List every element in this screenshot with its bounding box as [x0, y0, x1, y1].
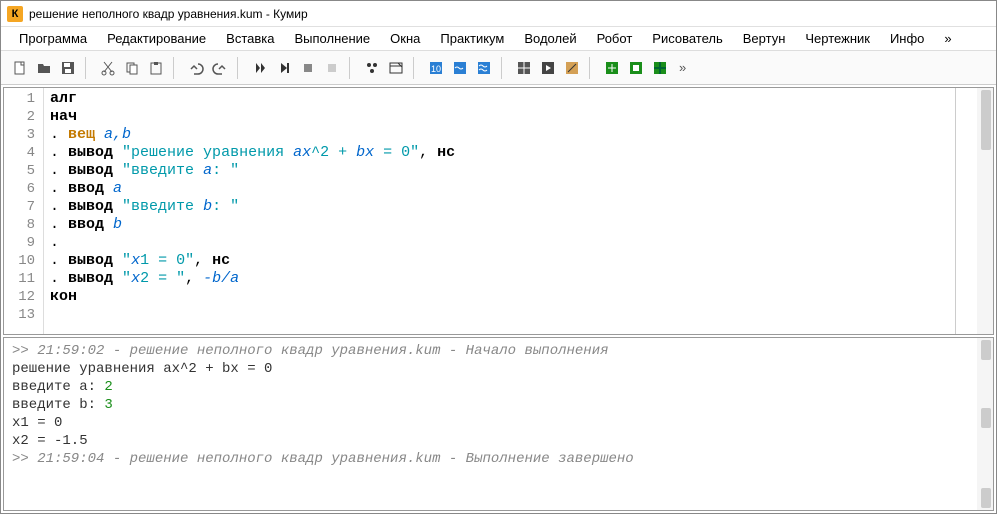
vodoley-wave2-icon[interactable]: [473, 57, 495, 79]
run-button[interactable]: [249, 57, 271, 79]
new-file-button[interactable]: [9, 57, 31, 79]
line-number: 13: [4, 306, 43, 324]
robot-grid-icon[interactable]: [513, 57, 535, 79]
separator: [85, 57, 91, 79]
cut-button[interactable]: [97, 57, 119, 79]
save-file-button[interactable]: [57, 57, 79, 79]
vodoley-icon[interactable]: 10: [425, 57, 447, 79]
menu-windows[interactable]: Окна: [380, 28, 430, 49]
scrollbar-thumb[interactable]: [981, 408, 991, 428]
toolbar-overflow-button[interactable]: »: [673, 60, 692, 75]
output-line: введите b:: [12, 397, 104, 413]
paste-button[interactable]: [145, 57, 167, 79]
line-number: 1: [4, 90, 43, 108]
code-area[interactable]: алг нач . вещ a,b . вывод "решение уравн…: [44, 88, 955, 334]
line-number: 11: [4, 270, 43, 288]
window-title: решение неполного квадр уравнения.kum - …: [29, 7, 308, 21]
vodoley-wave-icon[interactable]: [449, 57, 471, 79]
separator: [349, 57, 355, 79]
menu-drawer[interactable]: Рисователь: [642, 28, 732, 49]
log-line: >> 21:59:02 - решение неполного квадр ур…: [12, 343, 609, 359]
title-bar: К решение неполного квадр уравнения.kum …: [1, 1, 996, 27]
code-editor[interactable]: 1 2 3 4 5 6 7 8 9 10 11 12 13 алг нач . …: [3, 87, 994, 335]
menu-info[interactable]: Инфо: [880, 28, 934, 49]
menu-robot[interactable]: Робот: [587, 28, 643, 49]
actor-control-button[interactable]: [361, 57, 383, 79]
menu-draftsman[interactable]: Чертежник: [795, 28, 880, 49]
menu-program[interactable]: Программа: [9, 28, 97, 49]
output-scrollbar[interactable]: [977, 338, 993, 510]
main-area: 1 2 3 4 5 6 7 8 9 10 11 12 13 алг нач . …: [1, 85, 996, 513]
separator: [237, 57, 243, 79]
line-number: 4: [4, 144, 43, 162]
vertun-icon[interactable]: [601, 57, 623, 79]
stop-button[interactable]: [297, 57, 319, 79]
menu-insert[interactable]: Вставка: [216, 28, 284, 49]
menu-vertun[interactable]: Вертун: [733, 28, 796, 49]
line-number: 2: [4, 108, 43, 126]
output-line: решение уравнения ax^2 + bx = 0: [12, 361, 272, 377]
line-number-gutter: 1 2 3 4 5 6 7 8 9 10 11 12 13: [4, 88, 44, 334]
line-number: 12: [4, 288, 43, 306]
log-line: >> 21:59:04 - решение неполного квадр ур…: [12, 451, 634, 467]
undo-button[interactable]: [185, 57, 207, 79]
menu-vodoley[interactable]: Водолей: [514, 28, 586, 49]
toolbar: 10 »: [1, 51, 996, 85]
separator: [589, 57, 595, 79]
line-number: 9: [4, 234, 43, 252]
menu-bar: Программа Редактирование Вставка Выполне…: [1, 27, 996, 51]
robot-play-icon[interactable]: [537, 57, 559, 79]
editor-side-panel: [955, 88, 977, 334]
output-panel: >> 21:59:02 - решение неполного квадр ур…: [3, 337, 994, 511]
app-icon: К: [7, 6, 23, 22]
separator: [173, 57, 179, 79]
line-number: 8: [4, 216, 43, 234]
output-area[interactable]: >> 21:59:02 - решение неполного квадр ур…: [4, 338, 977, 510]
output-line: введите a:: [12, 379, 104, 395]
menu-execute[interactable]: Выполнение: [284, 28, 380, 49]
separator: [413, 57, 419, 79]
line-number: 5: [4, 162, 43, 180]
line-number: 10: [4, 252, 43, 270]
svg-text:10: 10: [431, 64, 441, 74]
redo-button[interactable]: [209, 57, 231, 79]
draftsman-icon[interactable]: [625, 57, 647, 79]
menu-overflow[interactable]: »: [934, 28, 961, 49]
editor-scrollbar[interactable]: [977, 88, 993, 334]
line-number: 3: [4, 126, 43, 144]
draftsman-plus-icon[interactable]: [649, 57, 671, 79]
input-value: 3: [104, 397, 112, 413]
output-line: x1 = 0: [12, 415, 62, 431]
input-value: 2: [104, 379, 112, 395]
line-number: 7: [4, 198, 43, 216]
open-file-button[interactable]: [33, 57, 55, 79]
step-button[interactable]: [273, 57, 295, 79]
scrollbar-thumb[interactable]: [981, 340, 991, 360]
actor-window-button[interactable]: [385, 57, 407, 79]
line-number: 6: [4, 180, 43, 198]
menu-edit[interactable]: Редактирование: [97, 28, 216, 49]
copy-button[interactable]: [121, 57, 143, 79]
separator: [501, 57, 507, 79]
drawer-icon[interactable]: [561, 57, 583, 79]
pause-button[interactable]: [321, 57, 343, 79]
scrollbar-thumb[interactable]: [981, 488, 991, 508]
scrollbar-thumb[interactable]: [981, 90, 991, 150]
menu-practice[interactable]: Практикум: [430, 28, 514, 49]
output-line: x2 = -1.5: [12, 433, 88, 449]
